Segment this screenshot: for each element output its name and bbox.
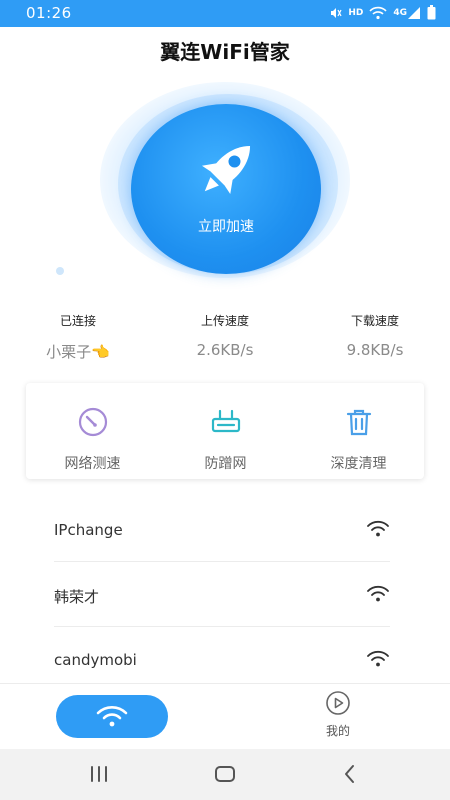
wifi-icon (96, 706, 128, 727)
trash-icon (346, 409, 371, 436)
wifi-list-item[interactable]: IPchange (54, 497, 390, 562)
wifi-name: IPchange (54, 521, 123, 539)
wifi-name: candymobi (54, 651, 137, 669)
tool-label: 深度清理 (330, 456, 387, 472)
tool-label: 网络测速 (64, 456, 121, 472)
wifi-signal-icon (367, 585, 389, 602)
stat-connected: 已连接 小栗子👈 (8, 312, 148, 362)
status-time: 01:26 (26, 4, 72, 22)
tool-anti-leech[interactable]: 防蹭网 (159, 383, 292, 479)
mute-icon (328, 6, 342, 20)
bottom-nav: 我的 (0, 683, 450, 749)
home-icon[interactable] (213, 762, 237, 786)
decorative-dot (56, 267, 64, 275)
hd-icon: HD (348, 7, 364, 18)
wifi-icon (369, 6, 387, 20)
nav-mine-label: 我的 (325, 724, 350, 738)
play-circle-icon (326, 691, 350, 715)
tool-speed-test[interactable]: 网络测速 (26, 383, 159, 479)
status-bar: 01:26 HD 4G (0, 0, 450, 27)
connected-label: 已连接 (59, 314, 96, 328)
tool-label: 防蹭网 (204, 456, 247, 472)
stat-upload: 上传速度 2.6KB/s (155, 312, 295, 359)
nav-tab-wifi[interactable] (56, 695, 168, 738)
connected-network-name: 小栗子👈 (46, 343, 110, 361)
download-label: 下载速度 (350, 314, 399, 328)
tool-deep-clean[interactable]: 深度清理 (292, 383, 425, 479)
router-icon (211, 409, 240, 433)
boost-label: 立即加速 (198, 219, 254, 235)
connection-stats: 已连接 小栗子👈 上传速度 2.6KB/s 下载速度 9.8KB/s (0, 312, 450, 362)
boost-button[interactable]: 立即加速 (131, 104, 321, 274)
4g-signal-icon: 4G (393, 6, 421, 20)
app-screen: 01:26 HD 4G 翼连WiFi管家 立即加速 已连接 小栗子👈 上传速度 … (0, 0, 450, 800)
wifi-list: IPchange 韩荣才 candymobi (54, 497, 390, 692)
wifi-name: 韩荣才 (54, 588, 100, 606)
upload-label: 上传速度 (200, 314, 249, 328)
stat-download: 下载速度 9.8KB/s (305, 312, 445, 359)
speedometer-icon (78, 407, 107, 437)
system-nav-bar (0, 749, 450, 800)
tools-card: 网络测速 防蹭网 深度清理 (26, 383, 424, 479)
nav-tab-mine[interactable]: 我的 (308, 690, 368, 739)
boost-area: 立即加速 (56, 82, 350, 282)
battery-icon (427, 5, 436, 20)
wifi-list-item[interactable]: 韩荣才 (54, 562, 390, 627)
download-value: 9.8KB/s (346, 341, 404, 359)
recent-apps-icon[interactable] (87, 762, 111, 786)
back-icon[interactable] (338, 762, 362, 786)
rocket-icon (201, 145, 251, 195)
status-icons: HD 4G (328, 5, 436, 20)
wifi-signal-icon (367, 520, 389, 537)
upload-value: 2.6KB/s (196, 341, 254, 359)
app-title: 翼连WiFi管家 (160, 40, 290, 64)
wifi-signal-icon (367, 650, 389, 667)
